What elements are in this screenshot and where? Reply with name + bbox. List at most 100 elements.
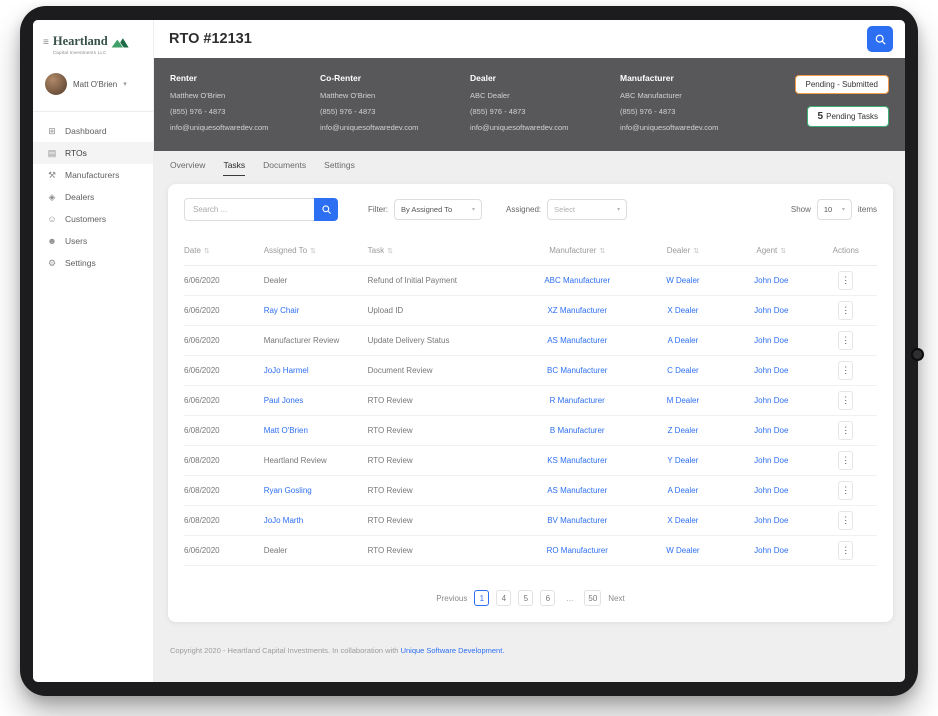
cell-date: 6/06/2020 — [184, 396, 264, 405]
row-actions-kebab-icon[interactable]: ⋮ — [838, 391, 853, 410]
contact-phone: (855) 976 - 4873 — [470, 107, 620, 116]
cell-agent-link[interactable]: John Doe — [728, 396, 815, 405]
column-header[interactable]: Agent⇅ — [728, 246, 815, 255]
page-button[interactable]: 1 — [474, 590, 489, 606]
cell-dealer-link[interactable]: Z Dealer — [638, 426, 728, 435]
cell-assigned-to[interactable]: Heartland Review — [264, 456, 368, 465]
cell-manufacturer-link[interactable]: KS Manufacturer — [517, 456, 638, 465]
cell-dealer-link[interactable]: C Dealer — [638, 366, 728, 375]
cell-assigned-to[interactable]: Dealer — [264, 546, 368, 555]
sidebar-item[interactable]: ⚙ Settings — [33, 252, 153, 274]
column-header[interactable]: Date⇅ — [184, 246, 264, 255]
contact-block: Manufacturer ABC Manufacturer (855) 976 … — [620, 73, 770, 139]
tab[interactable]: Documents — [263, 160, 306, 176]
sidebar-item[interactable]: ◈ Dealers — [33, 186, 153, 208]
cell-agent-link[interactable]: John Doe — [728, 516, 815, 525]
row-actions-kebab-icon[interactable]: ⋮ — [838, 541, 853, 560]
cell-agent-link[interactable]: John Doe — [728, 276, 815, 285]
cell-agent-link[interactable]: John Doe — [728, 426, 815, 435]
tab[interactable]: Overview — [170, 160, 205, 176]
row-actions-kebab-icon[interactable]: ⋮ — [838, 421, 853, 440]
sidebar-item[interactable]: ☻ Users — [33, 230, 153, 252]
sidebar-item[interactable]: ⚒ Manufacturers — [33, 164, 153, 186]
cell-dealer-link[interactable]: W Dealer — [638, 546, 728, 555]
cell-assigned-to[interactable]: Paul Jones — [264, 396, 368, 405]
row-actions-kebab-icon[interactable]: ⋮ — [838, 301, 853, 320]
cell-agent-link[interactable]: John Doe — [728, 306, 815, 315]
cell-manufacturer-link[interactable]: RO Manufacturer — [517, 546, 638, 555]
cell-dealer-link[interactable]: X Dealer — [638, 306, 728, 315]
cell-assigned-to[interactable]: Matt O'Brien — [264, 426, 368, 435]
sidebar-item[interactable]: ⊞ Dashboard — [33, 120, 153, 142]
cell-assigned-to[interactable]: Manufacturer Review — [264, 336, 368, 345]
cell-dealer-link[interactable]: M Dealer — [638, 396, 728, 405]
column-header[interactable]: Manufacturer⇅ — [517, 246, 638, 255]
cell-assigned-to[interactable]: Ray Chair — [264, 306, 368, 315]
cell-date: 6/06/2020 — [184, 306, 264, 315]
cell-manufacturer-link[interactable]: XZ Manufacturer — [517, 306, 638, 315]
cell-dealer-link[interactable]: A Dealer — [638, 336, 728, 345]
search-icon — [321, 204, 332, 215]
page-button[interactable]: 50 — [584, 590, 601, 606]
cell-assigned-to[interactable]: Ryan Gosling — [264, 486, 368, 495]
user-menu[interactable]: Matt O'Brien ▾ — [33, 55, 153, 95]
cell-dealer-link[interactable]: A Dealer — [638, 486, 728, 495]
cell-manufacturer-link[interactable]: AS Manufacturer — [517, 336, 638, 345]
header-search-button[interactable] — [867, 26, 893, 52]
cell-dealer-link[interactable]: X Dealer — [638, 516, 728, 525]
sidebar-item[interactable]: ▤ RTOs — [33, 142, 153, 164]
sidebar-item-label: RTOs — [65, 148, 87, 158]
row-actions-kebab-icon[interactable]: ⋮ — [838, 271, 853, 290]
pending-tasks-badge: 5Pending Tasks — [807, 106, 889, 127]
cell-agent-link[interactable]: John Doe — [728, 546, 815, 555]
cell-dealer-link[interactable]: Y Dealer — [638, 456, 728, 465]
cell-date: 6/06/2020 — [184, 276, 264, 285]
cell-assigned-to[interactable]: Dealer — [264, 276, 368, 285]
previous-page-button[interactable]: Previous — [436, 594, 467, 603]
row-actions-kebab-icon[interactable]: ⋮ — [838, 361, 853, 380]
table-body: 6/06/2020 Dealer Refund of Initial Payme… — [184, 266, 877, 566]
cell-manufacturer-link[interactable]: BC Manufacturer — [517, 366, 638, 375]
cell-assigned-to[interactable]: JoJo Marth — [264, 516, 368, 525]
cell-agent-link[interactable]: John Doe — [728, 456, 815, 465]
menu-icon[interactable]: ≡ — [43, 37, 49, 48]
search-input[interactable] — [184, 198, 314, 221]
page-button[interactable]: 5 — [518, 590, 533, 606]
cell-manufacturer-link[interactable]: AS Manufacturer — [517, 486, 638, 495]
cell-agent-link[interactable]: John Doe — [728, 366, 815, 375]
page-size-dropdown[interactable]: 10 ▾ — [817, 199, 852, 220]
page-button[interactable]: ... — [562, 590, 577, 606]
sort-icon: ⇅ — [387, 248, 393, 255]
column-header[interactable]: Dealer⇅ — [638, 246, 728, 255]
tab[interactable]: Tasks — [223, 160, 245, 176]
row-actions-kebab-icon[interactable]: ⋮ — [838, 331, 853, 350]
chevron-down-icon: ▾ — [842, 206, 845, 213]
assigned-dropdown[interactable]: Select ▾ — [547, 199, 627, 220]
row-actions-kebab-icon[interactable]: ⋮ — [838, 481, 853, 500]
page-button[interactable]: 4 — [496, 590, 511, 606]
cell-manufacturer-link[interactable]: R Manufacturer — [517, 396, 638, 405]
filter-dropdown[interactable]: By Assigned To ▾ — [394, 199, 482, 220]
next-page-button[interactable]: Next — [608, 594, 624, 603]
cell-task: Document Review — [368, 366, 517, 375]
cell-manufacturer-link[interactable]: ABC Manufacturer — [517, 276, 638, 285]
cell-manufacturer-link[interactable]: BV Manufacturer — [517, 516, 638, 525]
row-actions-kebab-icon[interactable]: ⋮ — [838, 451, 853, 470]
tab[interactable]: Settings — [324, 160, 355, 176]
footer-link[interactable]: Unique Software Development. — [401, 646, 505, 655]
column-header[interactable]: Task⇅ — [368, 246, 517, 255]
cell-agent-link[interactable]: John Doe — [728, 336, 815, 345]
contact-name: Matthew O'Brien — [320, 91, 470, 100]
column-header[interactable]: Actions⇅ — [815, 246, 877, 255]
cell-assigned-to[interactable]: JoJo Harmel — [264, 366, 368, 375]
row-actions-kebab-icon[interactable]: ⋮ — [838, 511, 853, 530]
cell-task: Upload ID — [368, 306, 517, 315]
sidebar-item[interactable]: ☺ Customers — [33, 208, 153, 230]
cell-agent-link[interactable]: John Doe — [728, 486, 815, 495]
column-header[interactable]: Assigned To⇅ — [264, 246, 368, 255]
page-button[interactable]: 6 — [540, 590, 555, 606]
cell-manufacturer-link[interactable]: B Manufacturer — [517, 426, 638, 435]
table-search-button[interactable] — [314, 198, 338, 221]
cell-dealer-link[interactable]: W Dealer — [638, 276, 728, 285]
contact-role: Co-Renter — [320, 73, 470, 83]
